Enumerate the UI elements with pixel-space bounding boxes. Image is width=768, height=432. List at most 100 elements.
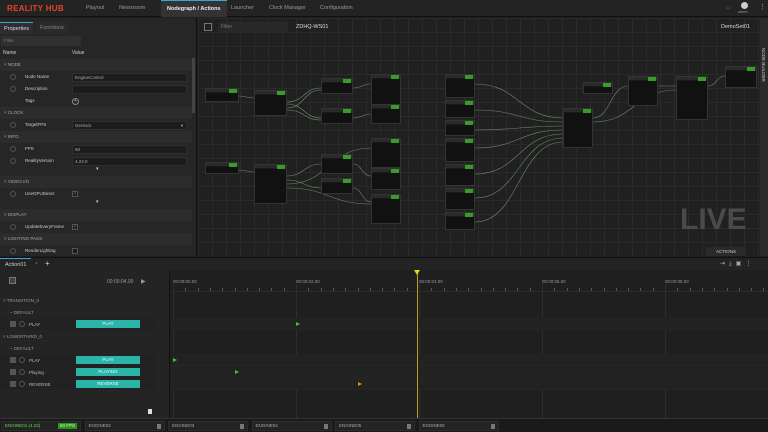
close-tab-icon[interactable]: × [35,261,38,267]
track-checkbox[interactable] [10,381,16,387]
graph-node[interactable] [321,108,353,124]
play-icon[interactable]: ▶ [141,278,146,285]
track-lane[interactable] [171,354,768,366]
layout-icon[interactable]: ▭ [726,5,731,11]
section-header[interactable]: ˅ VIDEO I/O [0,176,192,188]
track-group[interactable]: ˅ TRANSITION_0 [3,298,39,303]
engine-slot[interactable]: ENGINE06 [418,421,499,431]
tab-properties[interactable]: Properties [0,22,34,34]
graph-node[interactable] [371,74,401,106]
graph-node[interactable] [445,188,475,210]
track-checkbox[interactable] [10,369,16,375]
track-lane[interactable] [171,378,768,390]
graph-node[interactable] [445,164,475,186]
track-radio[interactable] [19,321,25,327]
keyframe[interactable] [296,321,300,326]
graph-node[interactable] [321,178,353,194]
engine-slot[interactable]: ENGINE01 (4.23) 60 FPS [1,421,81,431]
expose-radio[interactable] [10,74,16,80]
engine-slot[interactable]: ENGINE03 [168,421,248,431]
property-value[interactable]: EngineControl [72,72,187,82]
tab-action01[interactable]: Action01 [0,258,32,270]
timeline-scroll-thumb[interactable] [148,409,152,414]
graph-node[interactable] [205,88,239,102]
graph-node[interactable] [445,100,475,118]
graph-node[interactable] [676,76,708,120]
engine-slot[interactable]: ENGINE05 [335,421,415,431]
property-select[interactable]: Genlock ▼ [72,120,187,130]
tab-playout[interactable]: Playout [80,0,110,17]
track-function-button[interactable]: PLAY [76,320,140,328]
expand-more-icon[interactable]: ▾ [96,199,99,205]
section-header[interactable]: ˅ LIGHTING PASS [0,233,192,245]
expose-radio[interactable] [10,248,16,254]
track-lane[interactable] [171,366,768,378]
track-subgroup[interactable]: – DEFAULT [10,346,34,351]
more-menu-icon[interactable]: ⋮ [759,3,766,11]
tab-newsroom[interactable]: Newsroom [113,0,151,17]
tab-configuration[interactable]: Configuration [314,0,359,17]
expose-radio[interactable] [10,224,16,230]
section-header[interactable]: ˅ DISPLAY [0,209,192,221]
track-subgroup[interactable]: – DEFAULT [10,310,34,315]
actions-button[interactable]: ACTIONS [706,247,746,256]
graph-filter-input[interactable]: Filter [218,22,288,32]
track-function-button[interactable]: REVERSE [76,380,140,388]
graph-node[interactable] [371,138,401,168]
tab-launcher[interactable]: Launcher [225,0,260,17]
graph-node[interactable] [445,212,475,230]
track-group[interactable]: ˅ LOWERTHIRD_0 [3,334,42,339]
engine-slot[interactable]: ENGINE02 [84,421,165,431]
graph-node[interactable] [371,168,401,190]
section-header[interactable]: ˅ INFO [0,131,192,143]
expose-radio[interactable] [10,191,16,197]
add-tag-icon[interactable]: + [72,98,79,105]
graph-node[interactable] [725,66,757,88]
engine-slot[interactable]: ENGINE04 [251,421,332,431]
fit-view-icon[interactable] [204,23,212,31]
track-function-button[interactable]: PLAYING [76,368,140,376]
property-checkbox[interactable]: ✓ [72,191,78,197]
graph-node[interactable] [371,104,401,124]
properties-filter-input[interactable]: Filter [1,36,81,46]
node-builder-tab[interactable]: NODE BUILDER [760,18,768,256]
property-value[interactable]: 4.23.0 [72,156,187,166]
tab-functions[interactable]: Functions [36,22,68,34]
keyframe[interactable] [234,369,239,374]
timeline-tools[interactable]: ⇥⤓▣⋮ [720,260,755,268]
graph-node[interactable] [321,78,353,94]
properties-scrollbar[interactable] [192,58,195,113]
graph-node[interactable] [563,108,593,148]
property-checkbox[interactable] [72,248,78,254]
track-checkbox[interactable] [10,357,16,363]
timeline-settings-icon[interactable] [9,277,16,284]
keyframe[interactable] [357,381,362,386]
graph-node[interactable] [205,162,239,174]
expand-more-icon[interactable]: ▾ [96,166,99,172]
track-function-button[interactable]: PLAY [76,356,140,364]
timeline-canvas[interactable]: 00:00:00.00 00:00:02.00 00:00:04.00 00:00:0… [171,270,768,418]
section-header[interactable]: ˅ NODE [0,59,192,71]
graph-node[interactable] [445,120,475,136]
playhead-handle[interactable] [414,270,420,275]
track-radio[interactable] [19,381,25,387]
add-tab-icon[interactable]: + [45,259,50,268]
property-value[interactable] [72,84,187,94]
graph-node[interactable] [445,74,475,98]
expose-radio[interactable] [10,86,16,92]
keyframe[interactable] [173,357,177,362]
graph-node[interactable] [321,154,353,174]
graph-node[interactable] [371,194,401,224]
track-lane[interactable] [171,318,768,330]
track-radio[interactable] [19,369,25,375]
playhead[interactable] [417,270,418,418]
section-header[interactable]: ˅ CLOCK [0,107,192,119]
property-checkbox[interactable]: ✓ [72,224,78,230]
tab-nodegraph-actions[interactable]: Nodegraph / Actions [161,0,227,17]
expose-radio[interactable] [10,146,16,152]
track-checkbox[interactable] [10,321,16,327]
nodegraph-canvas[interactable]: Filter ZDHQ-WS01 DemoSet01 LIVE ACTIONS [198,18,760,256]
graph-node[interactable] [254,164,287,204]
user-avatar[interactable] [741,2,748,9]
expose-radio[interactable] [10,122,16,128]
